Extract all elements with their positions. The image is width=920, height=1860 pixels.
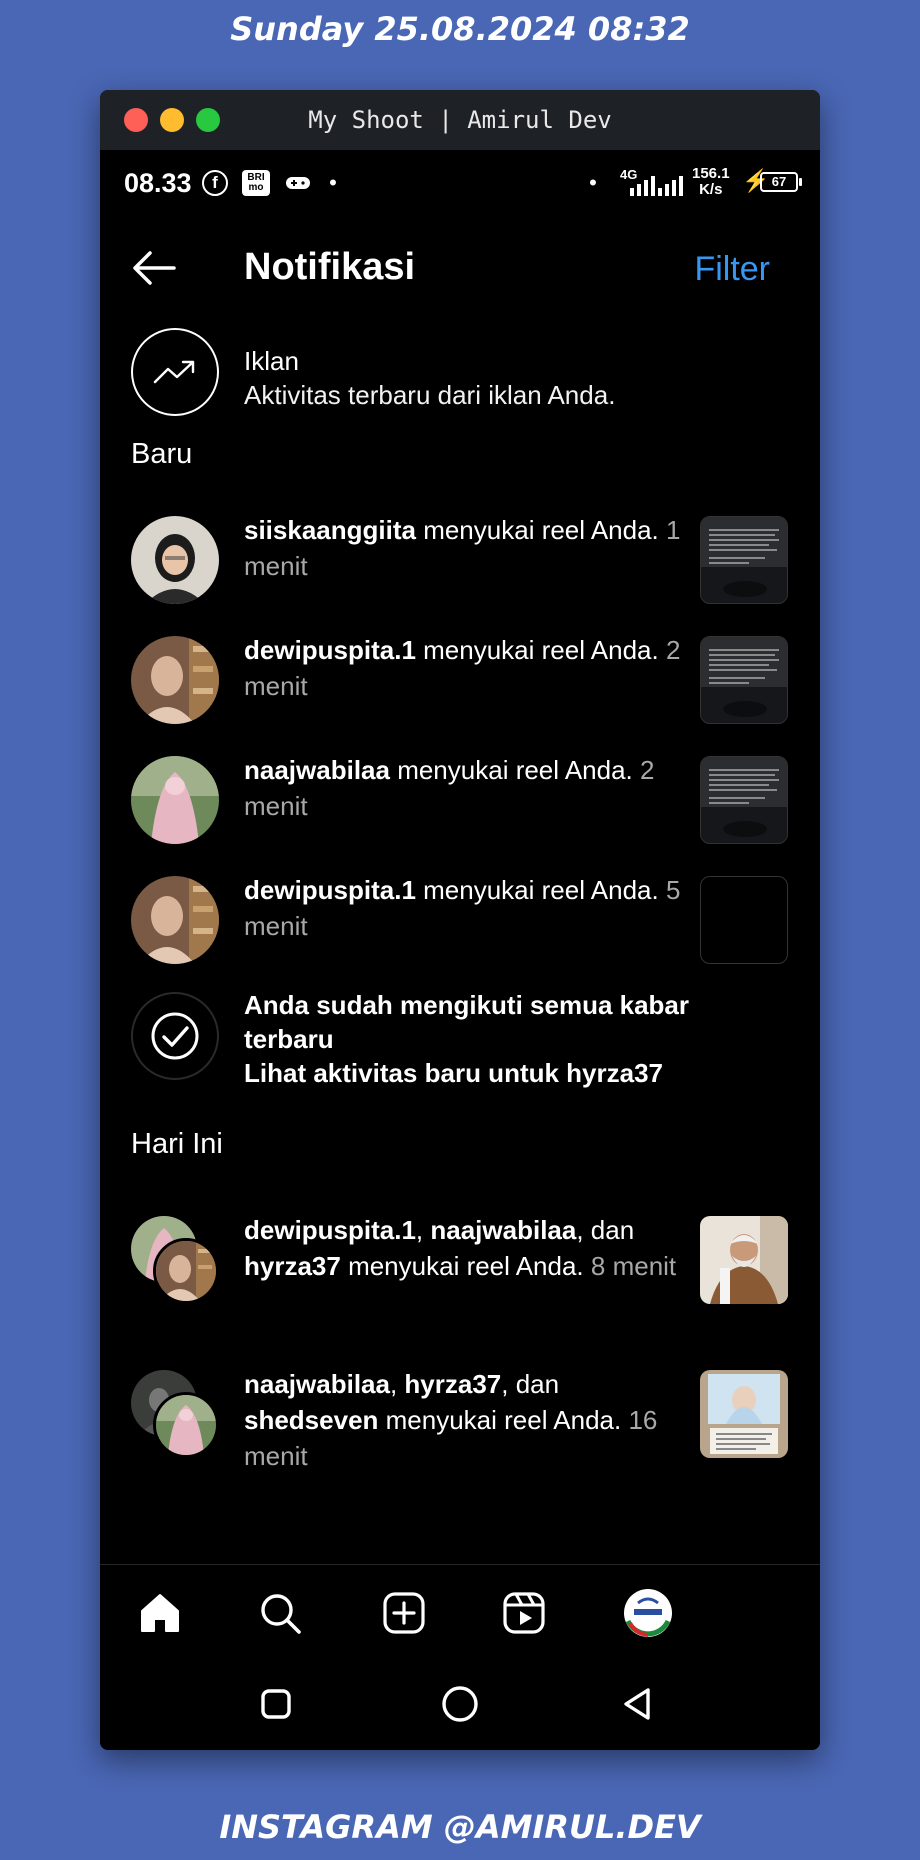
reel-thumbnail[interactable] bbox=[700, 1370, 788, 1458]
reel-thumbnail[interactable] bbox=[700, 756, 788, 844]
avatar[interactable] bbox=[153, 1392, 219, 1458]
brimo-icon: BRI mo bbox=[242, 170, 270, 196]
page-header: Notifikasi Filter bbox=[100, 216, 820, 320]
separator-text: , bbox=[415, 1215, 431, 1245]
filter-button[interactable]: Filter bbox=[694, 250, 770, 289]
notification-text: dewipuspita.1 menyukai reel Anda. 5 meni… bbox=[244, 872, 684, 944]
back-arrow-icon[interactable] bbox=[130, 244, 178, 292]
notification-username[interactable]: naajwabilaa bbox=[430, 1215, 576, 1245]
notification-username[interactable]: hyrza37 bbox=[244, 1251, 341, 1281]
status-bar: 08.33 f BRI mo • • 4G 156.1 K/s ⚡ 67 bbox=[100, 150, 820, 216]
grouped-notification-row[interactable]: dewipuspita.1, naajwabilaa, dan hyrza37 … bbox=[100, 1204, 820, 1358]
avatar[interactable] bbox=[131, 876, 219, 964]
page-title: Notifikasi bbox=[244, 246, 416, 288]
notification-action: menyukai reel Anda. bbox=[415, 635, 666, 665]
app-window: My Shoot | Amirul Dev 08.33 f BRI mo • •… bbox=[100, 90, 820, 1750]
recents-button[interactable] bbox=[254, 1682, 298, 1726]
notification-username[interactable]: naajwabilaa bbox=[244, 755, 390, 785]
avatar[interactable] bbox=[131, 756, 219, 844]
separator-text: , bbox=[389, 1369, 405, 1399]
caught-up-row[interactable]: Anda sudah mengikuti semua kabar terbaru… bbox=[100, 978, 820, 1128]
view-activity-link[interactable]: Lihat aktivitas baru untuk hyrza37 bbox=[244, 1056, 714, 1090]
bottom-caption: INSTAGRAM @AMIRUL.DEV bbox=[219, 1808, 701, 1846]
system-navigation bbox=[100, 1660, 820, 1750]
reel-thumbnail[interactable] bbox=[700, 876, 788, 964]
notification-text: dewipuspita.1, naajwabilaa, dan hyrza37 … bbox=[244, 1212, 684, 1284]
notification-username[interactable]: dewipuspita.1 bbox=[244, 1215, 416, 1245]
signal-icon bbox=[630, 172, 655, 196]
reel-thumbnail[interactable] bbox=[700, 516, 788, 604]
back-button[interactable] bbox=[616, 1682, 660, 1726]
notification-text: naajwabilaa menyukai reel Anda. 2 menit bbox=[244, 752, 684, 824]
notification-username[interactable]: naajwabilaa bbox=[244, 1369, 390, 1399]
brimo-icon-bottom: mo bbox=[248, 182, 264, 193]
signal-icon bbox=[658, 172, 683, 196]
section-title-today: Hari Ini bbox=[131, 1128, 223, 1160]
reels-icon[interactable] bbox=[496, 1585, 552, 1641]
profile-avatar[interactable] bbox=[620, 1585, 676, 1641]
window-titlebar: My Shoot | Amirul Dev bbox=[100, 90, 820, 150]
create-icon[interactable] bbox=[376, 1585, 432, 1641]
gamepad-icon bbox=[284, 170, 312, 196]
separator-text: , dan bbox=[576, 1215, 635, 1245]
trending-up-icon bbox=[131, 328, 219, 416]
window-title: My Shoot | Amirul Dev bbox=[308, 106, 612, 134]
notification-action: menyukai reel Anda. bbox=[340, 1251, 591, 1281]
notification-dot-icon: • bbox=[329, 170, 337, 195]
avatar[interactable] bbox=[131, 516, 219, 604]
section-title-new: Baru bbox=[131, 438, 193, 470]
notification-action: menyukai reel Anda. bbox=[389, 755, 641, 785]
search-icon[interactable] bbox=[252, 1585, 308, 1641]
notification-row[interactable]: siiskaanggiita menyukai reel Anda. 1 men… bbox=[100, 498, 820, 618]
caught-up-text: Anda sudah mengikuti semua kabar terbaru… bbox=[244, 988, 714, 1090]
home-button[interactable] bbox=[438, 1682, 482, 1726]
battery-icon: 67 bbox=[760, 172, 802, 192]
notification-row[interactable]: dewipuspita.1 menyukai reel Anda. 2 meni… bbox=[100, 618, 820, 738]
reel-thumbnail[interactable] bbox=[700, 1216, 788, 1304]
avatar[interactable] bbox=[131, 636, 219, 724]
notification-action: menyukai reel Anda. bbox=[378, 1405, 629, 1435]
bottom-navigation bbox=[100, 1564, 820, 1660]
ads-subtitle: Aktivitas terbaru dari iklan Anda. bbox=[244, 380, 616, 410]
notification-time: 8 menit bbox=[590, 1251, 677, 1281]
network-speed-value: 156.1 bbox=[692, 165, 730, 182]
home-icon[interactable] bbox=[132, 1585, 188, 1641]
notification-row[interactable]: naajwabilaa menyukai reel Anda. 2 menit bbox=[100, 738, 820, 858]
ads-title: Iklan bbox=[244, 346, 299, 376]
avatar[interactable] bbox=[153, 1238, 219, 1304]
top-caption: Sunday 25.08.2024 08:32 bbox=[230, 10, 690, 48]
caught-up-title: Anda sudah mengikuti semua kabar terbaru bbox=[244, 990, 690, 1054]
notification-username[interactable]: hyrza37 bbox=[404, 1369, 501, 1399]
network-speed-unit: K/s bbox=[699, 181, 723, 198]
check-circle-icon bbox=[131, 992, 219, 1080]
notification-action: menyukai reel Anda. bbox=[415, 515, 667, 545]
notification-text: naajwabilaa, hyrza37, dan shedseven meny… bbox=[244, 1366, 684, 1474]
facebook-icon: f bbox=[202, 170, 228, 196]
notification-username[interactable]: siiskaanggiita bbox=[244, 515, 416, 545]
notification-row[interactable]: dewipuspita.1 menyukai reel Anda. 5 meni… bbox=[100, 858, 820, 978]
reel-thumbnail[interactable] bbox=[700, 636, 788, 724]
notification-username[interactable]: dewipuspita.1 bbox=[244, 875, 416, 905]
notification-action: menyukai reel Anda. bbox=[415, 875, 666, 905]
notification-text: dewipuspita.1 menyukai reel Anda. 2 meni… bbox=[244, 632, 684, 704]
notification-dot-icon: • bbox=[589, 170, 597, 195]
network-speed: 156.1 K/s bbox=[692, 166, 730, 198]
notification-username[interactable]: shedseven bbox=[244, 1405, 378, 1435]
status-time: 08.33 bbox=[124, 168, 192, 198]
ads-activity-row[interactable]: Iklan Aktivitas terbaru dari iklan Anda. bbox=[100, 320, 820, 430]
notification-text: siiskaanggiita menyukai reel Anda. 1 men… bbox=[244, 512, 684, 584]
separator-text: , dan bbox=[501, 1369, 560, 1399]
notification-username[interactable]: dewipuspita.1 bbox=[244, 635, 416, 665]
grouped-notification-row[interactable]: naajwabilaa, hyrza37, dan shedseven meny… bbox=[100, 1358, 820, 1512]
